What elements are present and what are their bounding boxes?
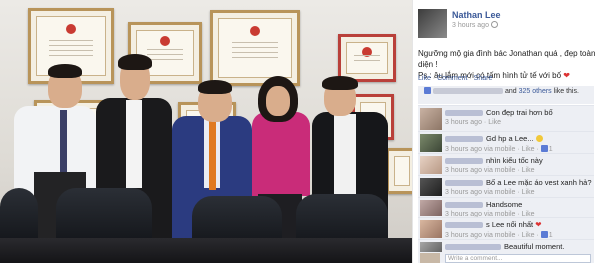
post-time-text: 3 hours ago <box>452 22 489 29</box>
comment-text: s Lee nổi nhất <box>486 220 534 229</box>
comment-body: Handsome <box>445 200 522 209</box>
commenter-avatar[interactable] <box>420 200 442 216</box>
like-thumb-icon <box>424 87 431 94</box>
comment-text: nhìn kiểu tốc này <box>486 156 543 165</box>
comment-meta-text: 3 hours ago via mobile · Like <box>445 146 535 153</box>
comment-like-count[interactable]: 1 <box>549 146 553 153</box>
likes-prefix: and <box>504 88 517 95</box>
certificate-frame <box>338 34 396 82</box>
post-actions: Like · Comment · Share <box>418 75 493 82</box>
comment: Bố a Lee mặc áo vest xanh hả? 3 hours ag… <box>418 175 594 198</box>
certificate-frame <box>210 10 300 86</box>
comment-meta: 3 hours ago via mobile · Like · 1 <box>445 231 553 239</box>
commenter-name[interactable] <box>445 222 483 229</box>
certificate-frame <box>386 148 412 194</box>
comment-meta: 3 hours ago via mobile · Like · 1 <box>445 145 553 153</box>
comment-text: Beautiful moment. <box>504 242 565 251</box>
comment: Beautiful moment. <box>418 239 594 253</box>
comment: s Lee nổi nhất ❤ 3 hours ago via mobile … <box>418 217 594 240</box>
commenter-name[interactable] <box>445 202 483 209</box>
comment-composer: Write a comment... <box>418 252 594 263</box>
commenter-name[interactable] <box>445 244 501 251</box>
commenter-avatar[interactable] <box>420 242 442 252</box>
like-thumb-icon <box>540 231 548 238</box>
commenter-avatar[interactable] <box>420 108 442 130</box>
commenter-name[interactable] <box>445 110 483 117</box>
comment-body: Con đẹp trai hơn bố <box>445 108 553 117</box>
comment: nhìn kiểu tốc này 3 hours ago via mobile… <box>418 153 594 176</box>
comment-text: Con đẹp trai hơn bố <box>486 108 553 117</box>
comment-meta: 3 hours ago via mobile · Like <box>445 167 535 174</box>
comment-body: Gd hp a Lee... <box>445 134 543 143</box>
comment-body: s Lee nổi nhất ❤ <box>445 220 542 229</box>
share-link[interactable]: Share <box>474 75 493 82</box>
author-avatar[interactable] <box>418 9 447 38</box>
commenter-name[interactable] <box>445 136 483 143</box>
likes-summary: and 325 others like this. <box>418 86 594 104</box>
clock-icon <box>490 21 498 28</box>
post-time[interactable]: 3 hours ago <box>452 21 498 29</box>
comment: Gd hp a Lee... 3 hours ago via mobile · … <box>418 131 594 154</box>
conference-table <box>0 238 412 263</box>
comment-body: nhìn kiểu tốc này <box>445 156 543 165</box>
others-like-link[interactable]: 325 others <box>519 88 552 95</box>
like-link[interactable]: Like <box>418 75 431 82</box>
commenter-name[interactable] <box>445 180 483 187</box>
viewer-avatar <box>420 253 440 263</box>
blurred-names <box>433 88 503 95</box>
comment-meta: 3 hours ago · Like <box>445 119 502 126</box>
heart-icon: ❤ <box>535 220 542 229</box>
comment-body: Bố a Lee mặc áo vest xanh hả? <box>445 178 592 187</box>
comment-input[interactable]: Write a comment... <box>445 254 591 263</box>
comment-text: Gd hp a Lee... <box>486 134 534 143</box>
commenter-avatar[interactable] <box>420 178 442 196</box>
comment-meta: 3 hours ago via mobile · Like <box>445 189 535 196</box>
commenter-avatar[interactable] <box>420 156 442 174</box>
likes-suffix: like this. <box>553 88 579 95</box>
smiley-icon <box>535 135 543 142</box>
comment-link[interactable]: Comment <box>437 75 467 82</box>
comment-like-count[interactable]: 1 <box>549 232 553 239</box>
commenter-avatar[interactable] <box>420 134 442 152</box>
commenter-avatar[interactable] <box>420 220 442 238</box>
commenter-name[interactable] <box>445 158 483 165</box>
comment: Con đẹp trai hơn bố 3 hours ago · Like <box>418 105 594 132</box>
author-name[interactable]: Nathan Lee <box>452 10 501 20</box>
caption-line-1: Ngưỡng mộ gia đình bác Jonathan quá , đẹ… <box>418 49 596 69</box>
comment-body: Beautiful moment. <box>445 242 564 251</box>
comment-meta-text: 3 hours ago via mobile · Like <box>445 232 535 239</box>
comment: Handsome 3 hours ago via mobile · Like <box>418 197 594 218</box>
like-thumb-icon <box>540 145 548 152</box>
comment-text: Bố a Lee mặc áo vest xanh hả? <box>486 178 592 187</box>
heart-icon: ❤ <box>563 71 570 80</box>
comment-text: Handsome <box>486 200 523 209</box>
post-photo[interactable] <box>0 0 412 263</box>
